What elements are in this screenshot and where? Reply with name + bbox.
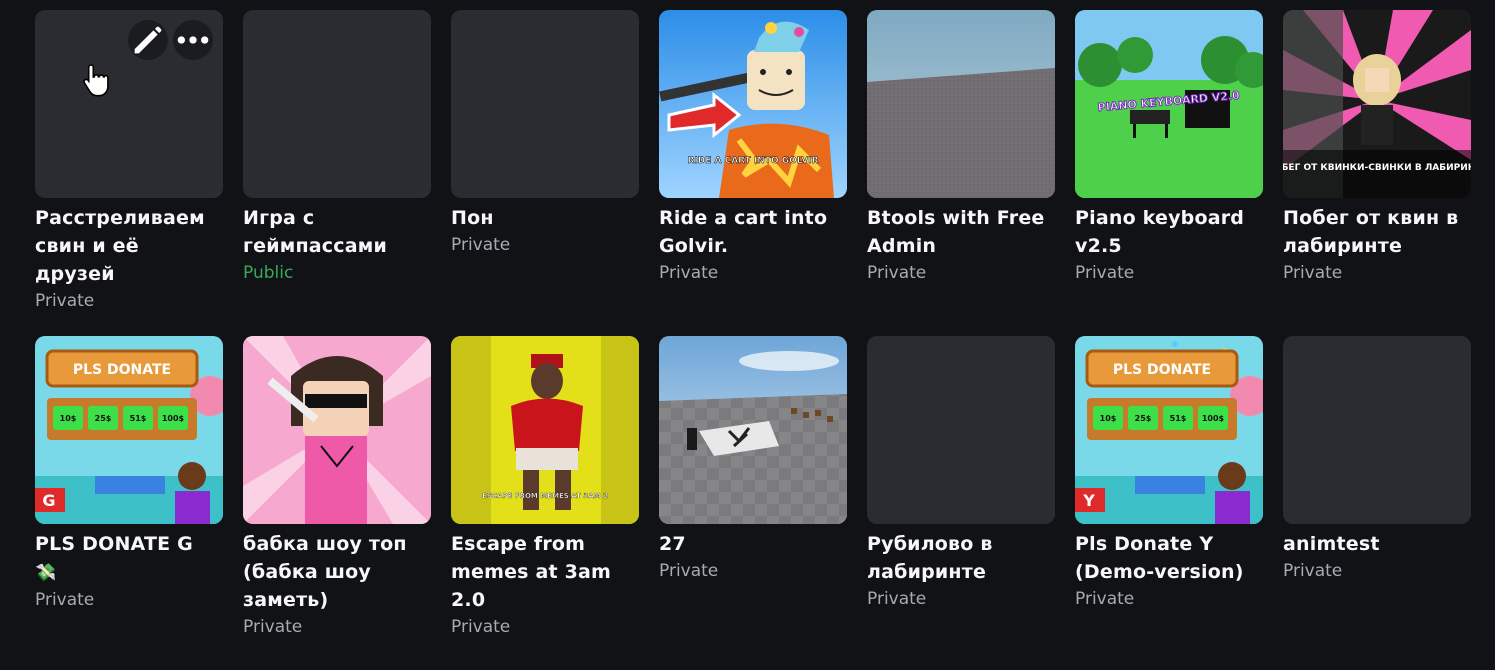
more-horizontal-icon — [177, 36, 209, 44]
game-card[interactable]: PLS DONATE 10$ 25$ 51$ 100$ Y Pls Donate… — [1075, 336, 1263, 612]
game-title[interactable]: Ride a cart into Golvir. — [659, 204, 847, 260]
game-card[interactable]: PIANO KEYBOARD V2.0 Piano keyboard v2.5 … — [1075, 10, 1263, 286]
thumbnail-caption: ESCAPE FROM MEMES AT 3AM 2 — [482, 492, 608, 500]
game-card[interactable]: Игра с геймпассами Public — [243, 10, 431, 286]
game-card[interactable]: RIDE A CART INTO GOLVIR Ride a cart into… — [659, 10, 847, 286]
game-status: Private — [1283, 561, 1343, 581]
price-tag: 51$ — [130, 414, 147, 423]
game-card[interactable]: бабка шоу топ (бабка шоу заметь) Private — [243, 336, 431, 640]
thumbnail-caption: RIDE A CART INTO GOLVIR — [687, 156, 818, 166]
game-title[interactable]: Расстреливаем свин и её друзей — [35, 204, 223, 288]
game-title[interactable]: PLS DONATE G 💸 — [35, 530, 223, 587]
game-thumbnail-placeholder[interactable] — [451, 10, 639, 198]
game-card[interactable]: PLS DONATE 10$ 25$ 51$ 100$ G PLS DONATE… — [35, 336, 223, 613]
price-tag: 25$ — [1135, 414, 1152, 423]
game-thumbnail-image[interactable] — [659, 336, 847, 524]
game-title-text: PLS DONATE G — [35, 533, 193, 555]
thumbnail-badge: G — [42, 491, 55, 510]
game-status: Private — [35, 291, 95, 311]
game-card[interactable]: Рубилово в лабиринте Private — [867, 336, 1055, 612]
game-thumbnail-image[interactable]: ESCAPE FROM MEMES AT 3AM 2 — [451, 336, 639, 524]
game-status: Private — [1283, 263, 1343, 283]
game-card[interactable]: Расстреливаем свин и её друзей Private — [35, 10, 223, 314]
game-status: Private — [1075, 589, 1135, 609]
game-card[interactable]: ПОБЕГ ОТ КВИНКИ-СВИНКИ В ЛАБИРИНТЕ Побег… — [1283, 10, 1471, 286]
game-title[interactable]: Рубилово в лабиринте — [867, 530, 1055, 586]
thumbnail-badge: Y — [1082, 491, 1095, 510]
pencil-icon — [134, 26, 162, 54]
game-thumbnail-placeholder[interactable] — [1283, 336, 1471, 524]
game-card[interactable]: Btools with Free Admin Private — [867, 10, 1055, 286]
game-title[interactable]: 27 — [659, 530, 847, 558]
game-title[interactable]: Pls Donate Y (Demo-version) — [1075, 530, 1263, 586]
price-tag: 25$ — [95, 414, 112, 423]
game-status: Private — [451, 617, 511, 637]
money-emoji-icon: 💸 — [35, 563, 57, 583]
game-card[interactable]: animtest Private — [1283, 336, 1471, 584]
game-status: Public — [243, 263, 294, 283]
more-options-button[interactable] — [173, 20, 213, 60]
price-tag: 51$ — [1170, 414, 1187, 423]
game-status: Private — [35, 590, 95, 610]
price-tag: 10$ — [1100, 414, 1117, 423]
game-title[interactable]: Игра с геймпассами — [243, 204, 431, 260]
game-status: Private — [659, 561, 719, 581]
edit-button[interactable] — [128, 20, 168, 60]
game-thumbnail-image[interactable] — [867, 10, 1055, 198]
game-status: Private — [1075, 263, 1135, 283]
game-card[interactable]: ESCAPE FROM MEMES AT 3AM 2 Escape from m… — [451, 336, 639, 640]
game-thumbnail-placeholder[interactable] — [35, 10, 223, 198]
game-thumbnail-image[interactable]: PLS DONATE 10$ 25$ 51$ 100$ Y — [1075, 336, 1263, 524]
thumbnail-caption: PLS DONATE — [1113, 362, 1211, 378]
price-tag: 100$ — [1202, 414, 1225, 423]
game-title[interactable]: Piano keyboard v2.5 — [1075, 204, 1263, 260]
thumbnail-caption: ПОБЕГ ОТ КВИНКИ-СВИНКИ В ЛАБИРИНТЕ — [1283, 163, 1471, 173]
game-title[interactable]: Побег от квин в лабиринте — [1283, 204, 1471, 260]
game-title[interactable]: Escape from memes at 3am 2.0 — [451, 530, 639, 614]
game-status: Private — [659, 263, 719, 283]
game-thumbnail-image[interactable]: PLS DONATE 10$ 25$ 51$ 100$ G — [35, 336, 223, 524]
game-thumbnail-image[interactable]: RIDE A CART INTO GOLVIR — [659, 10, 847, 198]
price-tag: 100$ — [162, 414, 185, 423]
hand-cursor-icon — [83, 64, 109, 97]
game-thumbnail-image[interactable]: PIANO KEYBOARD V2.0 — [1075, 10, 1263, 198]
game-title[interactable]: Btools with Free Admin — [867, 204, 1055, 260]
game-status: Private — [451, 235, 511, 255]
game-card[interactable]: 27 Private — [659, 336, 847, 584]
game-thumbnail-placeholder[interactable] — [243, 10, 431, 198]
game-status: Private — [867, 263, 927, 283]
game-card[interactable]: Пон Private — [451, 10, 639, 258]
game-status: Private — [867, 589, 927, 609]
game-title[interactable]: Пон — [451, 204, 639, 232]
game-thumbnail-placeholder[interactable] — [867, 336, 1055, 524]
game-status: Private — [243, 617, 303, 637]
thumbnail-caption: PLS DONATE — [73, 362, 171, 378]
price-tag: 10$ — [60, 414, 77, 423]
game-thumbnail-image[interactable]: ПОБЕГ ОТ КВИНКИ-СВИНКИ В ЛАБИРИНТЕ — [1283, 10, 1471, 198]
game-thumbnail-image[interactable] — [243, 336, 431, 524]
game-title[interactable]: бабка шоу топ (бабка шоу заметь) — [243, 530, 431, 614]
game-title[interactable]: animtest — [1283, 530, 1471, 558]
